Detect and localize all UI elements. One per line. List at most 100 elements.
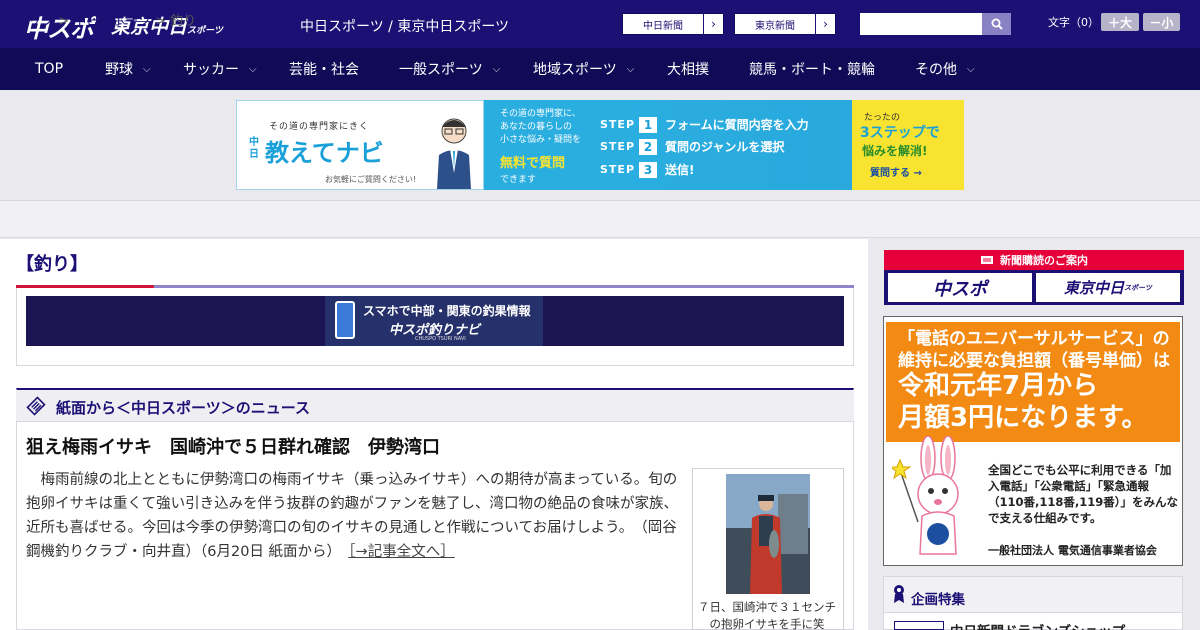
subscribe-header: 新聞購読のご案内	[884, 250, 1184, 270]
ribbon-icon	[894, 585, 904, 603]
nav-label: サッカー	[183, 62, 239, 78]
breadcrumb-bar	[0, 200, 1200, 238]
font-size-label: 文字（0）	[1048, 16, 1099, 29]
banner-r3: 悩みを解消!	[862, 144, 928, 158]
nav-item-local-sports[interactable]: 地域スポーツ ⌵	[533, 48, 634, 90]
banner-free: 無料で質問	[500, 156, 566, 171]
feature-link-dragons-shop[interactable]: 中日新聞ドラゴンズショップ	[950, 620, 1125, 630]
tsuri-ad-line1: スマホで中部・関東の釣果情報	[363, 304, 531, 318]
chevron-down-icon: ⌵	[492, 63, 501, 75]
search-button[interactable]	[982, 13, 1011, 35]
subscribe-tokyo-small: スポーツ	[1124, 283, 1152, 292]
chunichi-shimbun-button[interactable]: 中日新聞 ›	[622, 13, 724, 35]
breadcrumb-separator: >	[58, 14, 70, 29]
tsuri-navi-ad[interactable]: スマホで中部・関東の釣果情報 中スポ釣りナビ CHUSPO TSURI NAVI	[325, 296, 543, 346]
chevron-down-icon: ⌵	[143, 63, 151, 75]
nav-item-baseball[interactable]: 野球 ⌵	[105, 48, 151, 90]
feature-title: 企画特集	[911, 592, 965, 608]
banner-dekimasu: できます	[500, 175, 537, 185]
subscribe-header-label: 新聞購読のご案内	[1000, 254, 1088, 267]
site-names: 中日スポーツ / 東京中日スポーツ	[300, 19, 510, 35]
page-title: 【釣り】	[16, 254, 88, 275]
nav-label: TOP	[35, 61, 64, 77]
subscribe-tokyo-label: 東京中日	[1064, 279, 1125, 297]
step-text: 質問のジャンルを選択	[665, 140, 785, 154]
nav-label: 芸能・社会	[289, 62, 359, 78]
banner-step-2: STEP 2 質問のジャンルを選択	[600, 138, 784, 155]
article-title[interactable]: 狙え梅雨イサキ 国崎沖で５日群れ確認 伊勢湾口	[26, 433, 440, 459]
banner-mid-copy: その道の専門家に、 あなたの暮らしの 小さな悩み・疑問を	[500, 108, 581, 147]
chevron-down-icon: ⌵	[626, 63, 635, 75]
font-smaller-button[interactable]: －小	[1143, 13, 1180, 31]
banner-pre: 中日	[249, 137, 259, 160]
nav-item-top[interactable]: TOP	[35, 48, 63, 90]
banner-r2: 3ステップで	[860, 125, 940, 141]
tokyo-shimbun-button[interactable]: 東京新聞 ›	[734, 13, 836, 35]
nav-label: 大相撲	[667, 62, 709, 78]
nav-label: 地域スポーツ	[533, 62, 617, 78]
nav-item-other[interactable]: その他 ⌵	[915, 48, 975, 90]
breadcrumb-current: 釣り	[170, 14, 197, 29]
universal-ad-line2b: 月額3円になります。	[898, 403, 1148, 433]
breadcrumb-top-link[interactable]: トップ	[15, 14, 54, 29]
article-photo[interactable]	[726, 474, 810, 594]
oshiete-navi-banner[interactable]: その道の専門家にきく 中日 教えてナビ お気軽にご質問ください! その道の専門家…	[236, 100, 964, 190]
banner-note: お気軽にご質問ください!	[325, 175, 417, 184]
read-more-link[interactable]: ［→記事全文へ］	[348, 544, 454, 560]
banner-middle: その道の専門家に、 あなたの暮らしの 小さな悩み・疑問を 無料で質問 できます …	[484, 100, 852, 190]
photo-caption: ７日、国崎沖で３１センチの抱卵イサキを手に笑	[698, 600, 836, 630]
banner-question-link: 質問する →	[870, 168, 922, 179]
step-word: STEP	[600, 118, 636, 131]
universal-ad-organization: 一般社団法人 電気通信事業者協会	[988, 544, 1157, 557]
banner-mid-line: 小さな悩み・疑問を	[500, 135, 582, 145]
nav-item-racing[interactable]: 競馬・ボート・競輪	[749, 48, 875, 90]
subscribe-chuspo-button[interactable]: 中スポ	[888, 273, 1032, 302]
nav-item-entertainment[interactable]: 芸能・社会	[289, 48, 359, 90]
banner-step-3: STEP 3 送信!	[600, 161, 695, 178]
smartphone-icon	[335, 301, 355, 339]
breadcrumb-separator: >	[155, 14, 166, 29]
universal-ad-line1a: 「電話のユニバーサルサービス」の	[898, 329, 1170, 349]
nav-item-sumo[interactable]: 大相撲	[667, 48, 709, 90]
universal-ad-line2: 令和元年7月から 月額3円になります。	[898, 370, 1148, 434]
nav-label: 一般スポーツ	[399, 62, 483, 78]
chevron-down-icon: ⌵	[249, 63, 257, 75]
nav-label: その他	[915, 62, 957, 78]
news-section-title: 紙面から＜中日スポーツ＞のニュース	[56, 399, 310, 417]
rabbit-mascot-icon	[892, 436, 959, 555]
banner-left: その道の専門家にきく 中日 教えてナビ お気軽にご質問ください!	[236, 100, 484, 190]
newspaper-icon	[981, 256, 993, 264]
breadcrumb: トップ > 中日スポーツ > 釣り	[15, 10, 196, 29]
chevron-right-icon: ›	[815, 14, 835, 34]
nav-label: 野球	[105, 62, 133, 78]
step-text: 送信!	[665, 163, 695, 177]
step-word: STEP	[600, 163, 636, 176]
breadcrumb-chunichi-link[interactable]: 中日スポーツ	[73, 14, 151, 29]
step-number: 1	[639, 116, 658, 133]
banner-title: 教えてナビ	[265, 139, 384, 167]
chevron-down-icon: ⌵	[967, 63, 975, 75]
subscribe-tokyo-button[interactable]: 東京中日 スポーツ	[1036, 273, 1180, 302]
banner-mid-line: その道の専門家に、	[500, 109, 581, 119]
article-lead: 梅雨前線の北上とともに伊勢湾口の梅雨イサキ（乗っ込みイサキ）への期待が高まってい…	[26, 468, 684, 564]
chevron-right-icon: ›	[703, 14, 723, 34]
banner-top-copy: その道の専門家にきく	[269, 122, 370, 132]
universal-ad-line2a: 令和元年7月から	[898, 371, 1099, 401]
nav-item-soccer[interactable]: サッカー ⌵	[183, 48, 257, 90]
banner-step-1: STEP 1 フォームに質問内容を入力	[600, 116, 809, 133]
tsuri-ad-line3: CHUSPO TSURI NAVI	[415, 336, 466, 342]
feature-thumbnail[interactable]	[894, 621, 944, 630]
font-larger-button[interactable]: ＋大	[1101, 13, 1139, 31]
step-number: 2	[639, 138, 658, 155]
universal-ad-line1: 「電話のユニバーサルサービス」の 維持に必要な負担額（番号単価）は	[898, 328, 1170, 372]
banner-right: たったの 3ステップで 悩みを解消! 質問する →	[852, 100, 964, 190]
tokyo-shimbun-label: 東京新聞	[755, 20, 795, 32]
universal-ad-line1b: 維持に必要な負担額（番号単価）は	[898, 351, 1170, 371]
nav-label: 競馬・ボート・競輪	[749, 62, 875, 78]
banner-mid-line: あなたの暮らしの	[500, 122, 573, 132]
nav-item-general-sports[interactable]: 一般スポーツ ⌵	[399, 48, 500, 90]
main-nav: TOP 野球 ⌵ サッカー ⌵ 芸能・社会 一般スポーツ ⌵ 地域スポーツ ⌵ 大相撲 …	[0, 48, 1200, 90]
step-word: STEP	[600, 140, 636, 153]
search-icon	[991, 18, 1003, 30]
search-input[interactable]	[860, 13, 982, 35]
